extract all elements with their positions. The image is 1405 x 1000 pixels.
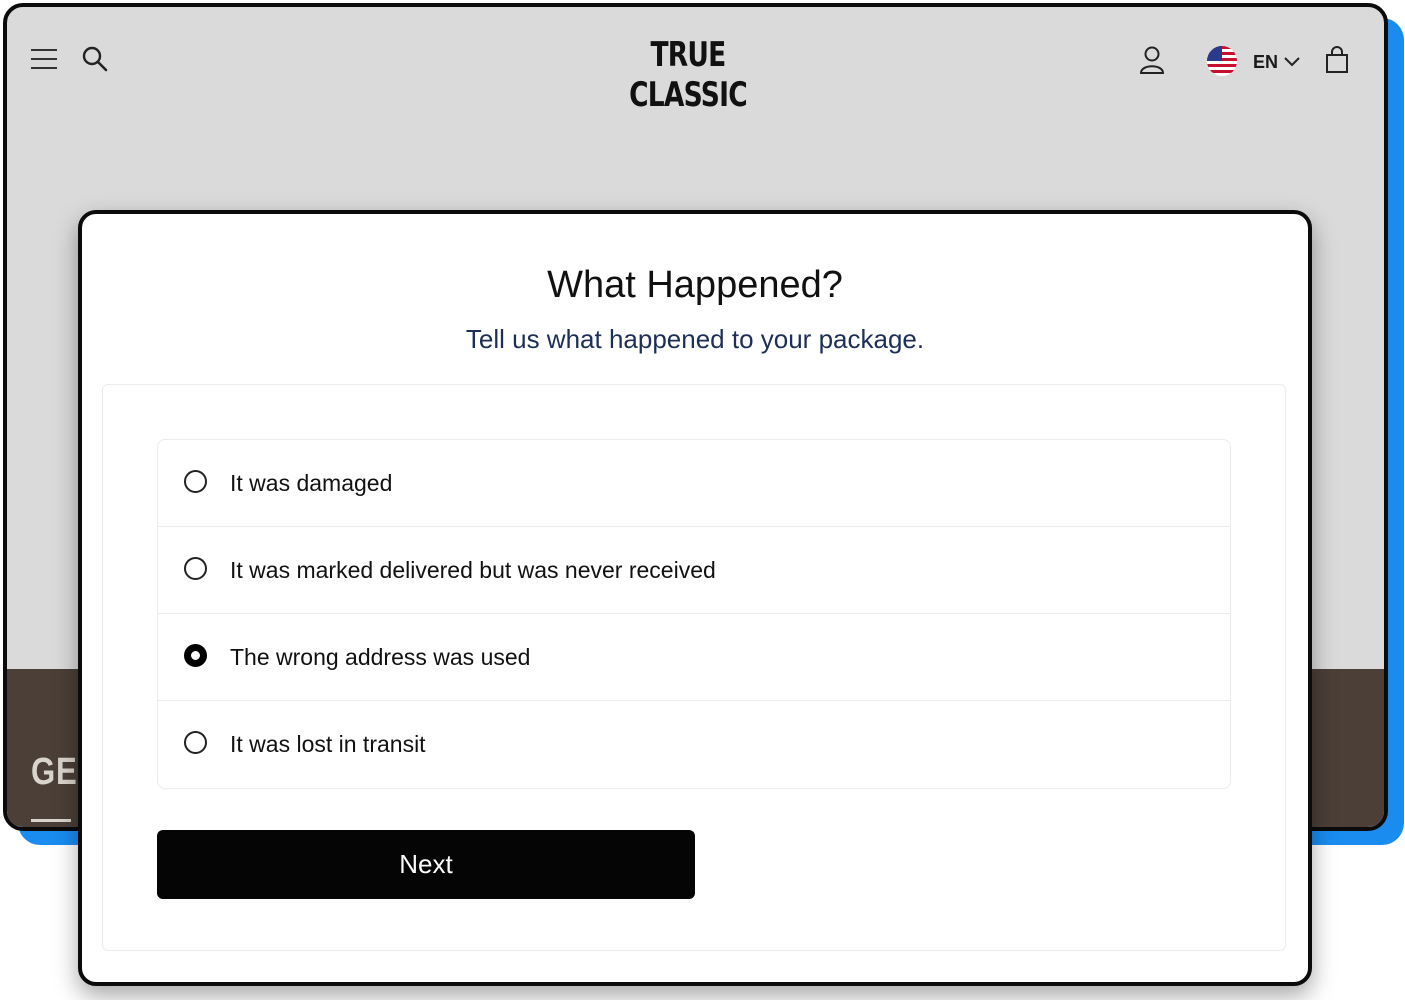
option-label: It was damaged [230, 470, 393, 496]
option-label: The wrong address was used [230, 644, 531, 670]
reason-options: It was damaged It was marked delivered b… [157, 439, 1231, 789]
menu-icon[interactable] [31, 49, 57, 69]
radio-button[interactable] [184, 470, 207, 493]
modal-subtitle: Tell us what happened to your package. [465, 324, 925, 354]
option-label: It was marked delivered but was never re… [230, 557, 716, 583]
cart-bag-icon[interactable] [1325, 46, 1349, 74]
next-button[interactable]: Next [157, 830, 695, 899]
us-flag-icon[interactable] [1207, 46, 1237, 76]
language-selector[interactable]: EN [1253, 52, 1278, 73]
what-happened-modal: What Happened? Tell us what happened to … [78, 210, 1312, 986]
radio-button-selected[interactable] [184, 644, 207, 667]
option-never-received[interactable]: It was marked delivered but was never re… [158, 527, 1230, 614]
chevron-down-icon[interactable] [1283, 56, 1301, 68]
search-icon[interactable] [81, 45, 109, 73]
radio-button[interactable] [184, 557, 207, 580]
form-panel: It was damaged It was marked delivered b… [102, 384, 1286, 951]
brand-logo[interactable]: TRUE CLASSIC [614, 35, 762, 115]
radio-button[interactable] [184, 731, 207, 754]
option-wrong-address[interactable]: The wrong address was used [158, 614, 1230, 701]
option-lost-in-transit[interactable]: It was lost in transit [158, 701, 1230, 788]
site-header: TRUE CLASSIC EN [7, 7, 1384, 117]
modal-title: What Happened? [547, 264, 843, 306]
option-damaged[interactable]: It was damaged [158, 440, 1230, 527]
account-icon[interactable] [1139, 45, 1165, 75]
footer-subtext [31, 819, 71, 822]
option-label: It was lost in transit [230, 731, 426, 757]
